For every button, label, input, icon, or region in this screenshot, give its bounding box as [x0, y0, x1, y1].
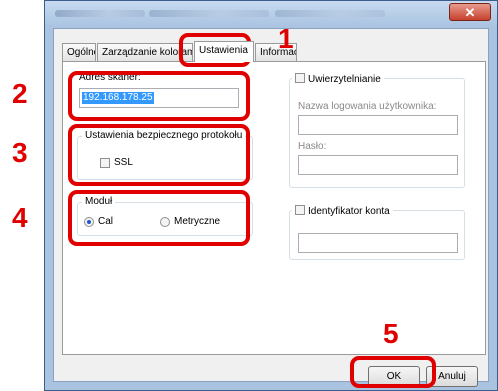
callout-box-2: [68, 71, 250, 121]
account-id-label: Identyfikator konta: [308, 206, 390, 217]
callout-box-3: [68, 124, 250, 186]
tab-settings[interactable]: Ustawienia: [194, 41, 254, 62]
account-id-group: Identyfikator konta: [289, 204, 465, 260]
callout-number-3: 3: [12, 137, 28, 168]
authentication-title: Uwierzytelnianie: [292, 72, 384, 85]
password-label: Hasło:: [298, 141, 327, 152]
title-bar[interactable]: ✕: [45, 1, 497, 27]
callout-number-2: 2: [12, 78, 28, 109]
close-icon: ✕: [464, 5, 476, 20]
close-button[interactable]: ✕: [449, 3, 491, 21]
blurred-title-part: [149, 10, 269, 17]
account-id-input[interactable]: [298, 233, 458, 253]
blurred-title-part: [275, 10, 385, 17]
authentication-group: Uwierzytelnianie Nazwa logowania użytkow…: [289, 72, 465, 188]
callout-number-5: 5: [383, 318, 399, 349]
account-id-checkbox[interactable]: [295, 205, 305, 215]
authentication-label: Uwierzytelnianie: [308, 74, 381, 85]
blurred-title: [55, 10, 145, 17]
username-label: Nazwa logowania użytkownika:: [298, 101, 437, 112]
callout-number-1: 1: [278, 23, 294, 54]
username-input[interactable]: [298, 115, 458, 135]
callout-box-4: [68, 190, 250, 246]
authentication-checkbox[interactable]: [295, 73, 305, 83]
callout-box-5: [350, 356, 436, 388]
account-id-title: Identyfikator konta: [292, 204, 393, 217]
password-input[interactable]: [298, 155, 458, 175]
callout-number-4: 4: [12, 202, 28, 233]
tab-general[interactable]: Ogólne: [62, 43, 96, 61]
